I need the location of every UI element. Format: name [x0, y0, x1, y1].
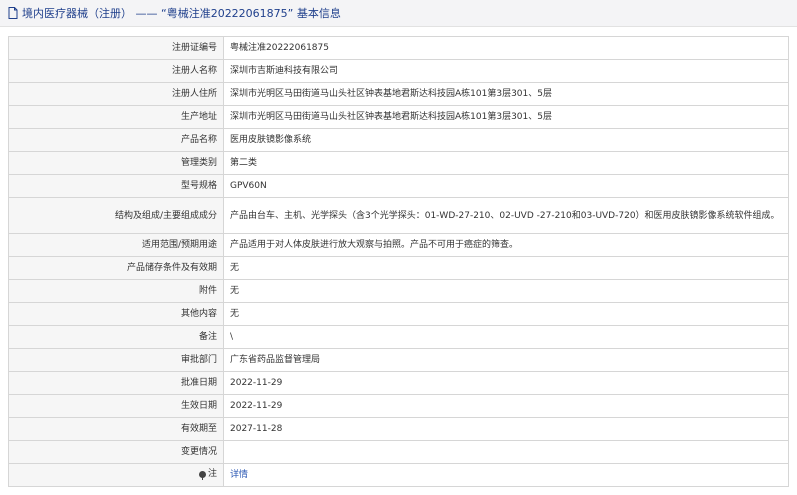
field-label: 注册人名称	[8, 59, 224, 83]
field-value: 第二类	[223, 151, 789, 175]
field-value: 无	[223, 302, 789, 326]
table-row: 生产地址 深圳市光明区马田街道马山头社区钟表基地君斯达科技园A栋101第3层30…	[8, 105, 789, 129]
field-value: 2022-11-29	[223, 394, 789, 418]
title-bar: 境内医疗器械（注册） —— “粤械注准20222061875” 基本信息	[0, 0, 797, 27]
field-label: 型号规格	[8, 174, 224, 198]
table-row: 型号规格 GPV60N	[8, 174, 789, 198]
field-value: 医用皮肤镜影像系统	[223, 128, 789, 152]
field-value: 广东省药品监督管理局	[223, 348, 789, 372]
field-value: 粤械注准20222061875	[223, 36, 789, 60]
table-row: 结构及组成/主要组成成分 产品由台车、主机、光学探头（含3个光学探头：01-WD…	[8, 197, 789, 234]
field-value: 2022-11-29	[223, 371, 789, 395]
table-row: 其他内容 无	[8, 302, 789, 326]
field-label: 变更情况	[8, 440, 224, 464]
table-row: 备注 \	[8, 325, 789, 349]
field-value: 深圳市光明区马田街道马山头社区钟表基地君斯达科技园A栋101第3层301、5层	[223, 82, 789, 106]
field-label: 批准日期	[8, 371, 224, 395]
table-row: 适用范围/预期用途 产品适用于对人体皮肤进行放大观察与拍照。产品不可用于癌症的筛…	[8, 233, 789, 257]
field-label: 产品储存条件及有效期	[8, 256, 224, 280]
field-label: 产品名称	[8, 128, 224, 152]
table-row: 注册证编号 粤械注准20222061875	[8, 36, 789, 60]
table-row: 变更情况	[8, 440, 789, 464]
field-value: 产品由台车、主机、光学探头（含3个光学探头：01-WD-27-210、02-UV…	[223, 197, 789, 234]
field-label: 审批部门	[8, 348, 224, 372]
field-label: 管理类别	[8, 151, 224, 175]
field-label: 注册证编号	[8, 36, 224, 60]
field-value: \	[223, 325, 789, 349]
field-value: GPV60N	[223, 174, 789, 198]
field-value: 无	[223, 279, 789, 303]
field-label: 附件	[8, 279, 224, 303]
field-label: 备注	[8, 325, 224, 349]
table-row: 审批部门 广东省药品监督管理局	[8, 348, 789, 372]
note-label-cell: 注	[8, 463, 224, 487]
table-row: 生效日期 2022-11-29	[8, 394, 789, 418]
field-value: 2027-11-28	[223, 417, 789, 441]
table-row: 产品储存条件及有效期 无	[8, 256, 789, 280]
detail-link[interactable]: 详情	[230, 470, 248, 480]
field-value	[223, 440, 789, 464]
field-value: 无	[223, 256, 789, 280]
table-row: 注册人名称 深圳市吉斯迪科技有限公司	[8, 59, 789, 83]
field-label: 生效日期	[8, 394, 224, 418]
field-label: 结构及组成/主要组成成分	[8, 197, 224, 234]
note-label: 注	[207, 469, 217, 480]
table-row-note: 注 详情	[8, 463, 789, 487]
pin-icon	[198, 470, 206, 480]
field-label: 生产地址	[8, 105, 224, 129]
field-label: 其他内容	[8, 302, 224, 326]
field-label: 注册人住所	[8, 82, 224, 106]
document-icon	[8, 7, 18, 19]
field-label: 适用范围/预期用途	[8, 233, 224, 257]
note-value-cell: 详情	[223, 463, 789, 487]
table-row: 附件 无	[8, 279, 789, 303]
info-table: 注册证编号 粤械注准20222061875 注册人名称 深圳市吉斯迪科技有限公司…	[8, 36, 789, 487]
table-row: 注册人住所 深圳市光明区马田街道马山头社区钟表基地君斯达科技园A栋101第3层3…	[8, 82, 789, 106]
table-row: 产品名称 医用皮肤镜影像系统	[8, 128, 789, 152]
field-value: 深圳市光明区马田街道马山头社区钟表基地君斯达科技园A栋101第3层301、5层	[223, 105, 789, 129]
field-label: 有效期至	[8, 417, 224, 441]
field-value: 产品适用于对人体皮肤进行放大观察与拍照。产品不可用于癌症的筛查。	[223, 233, 789, 257]
table-row: 管理类别 第二类	[8, 151, 789, 175]
page-title: 境内医疗器械（注册） —— “粤械注准20222061875” 基本信息	[22, 7, 341, 20]
table-row: 批准日期 2022-11-29	[8, 371, 789, 395]
field-value: 深圳市吉斯迪科技有限公司	[223, 59, 789, 83]
table-row: 有效期至 2027-11-28	[8, 417, 789, 441]
